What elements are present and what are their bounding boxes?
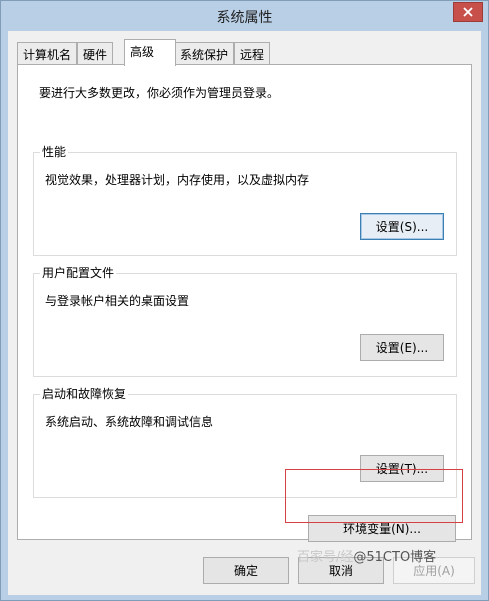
watermark: 百家号/经@51CTO博客 [297,546,436,565]
dialog-client-area: 计算机名 硬件 高级 系统保护 远程 要进行大多数更改，你必须作为管理员登录。 … [8,31,481,595]
window-title: 系统属性 [216,10,273,26]
performance-settings-button[interactable]: 设置(S)... [360,213,444,240]
user-profiles-settings-button[interactable]: 设置(E)... [360,334,444,361]
watermark-text: @51CTO博客 [353,550,437,565]
ok-button[interactable]: 确定 [203,557,289,584]
system-properties-window: 系统属性 计算机名 硬件 高级 系统保护 远程 要进行大多数更改，你必须作为管理… [0,0,489,601]
title-bar[interactable]: 系统属性 [1,1,488,31]
performance-group-label: 性能 [40,145,69,159]
admin-notice: 要进行大多数更改，你必须作为管理员登录。 [39,86,280,100]
user-profiles-group-label: 用户配置文件 [40,266,117,280]
tab-hardware[interactable]: 硬件 [77,42,114,64]
user-profiles-group: 用户配置文件 与登录帐户相关的桌面设置 设置(E)... [33,266,457,377]
close-button[interactable] [453,2,483,22]
performance-description: 视觉效果，处理器计划，内存使用，以及虚拟内存 [45,173,310,187]
startup-recovery-group-label: 启动和故障恢复 [40,387,129,401]
startup-recovery-description: 系统启动、系统故障和调试信息 [45,415,214,429]
tab-system-protection[interactable]: 系统保护 [174,42,235,64]
tab-advanced[interactable]: 高级 [124,39,176,66]
tab-computer-name[interactable]: 计算机名 [17,42,78,64]
close-icon [463,7,473,17]
highlight-annotation [285,469,463,523]
performance-group: 性能 视觉效果，处理器计划，内存使用，以及虚拟内存 设置(S)... [33,145,457,256]
tab-remote[interactable]: 远程 [234,42,271,64]
watermark-faded-text: 百家号/经 [297,550,354,565]
user-profiles-description: 与登录帐户相关的桌面设置 [45,294,190,308]
